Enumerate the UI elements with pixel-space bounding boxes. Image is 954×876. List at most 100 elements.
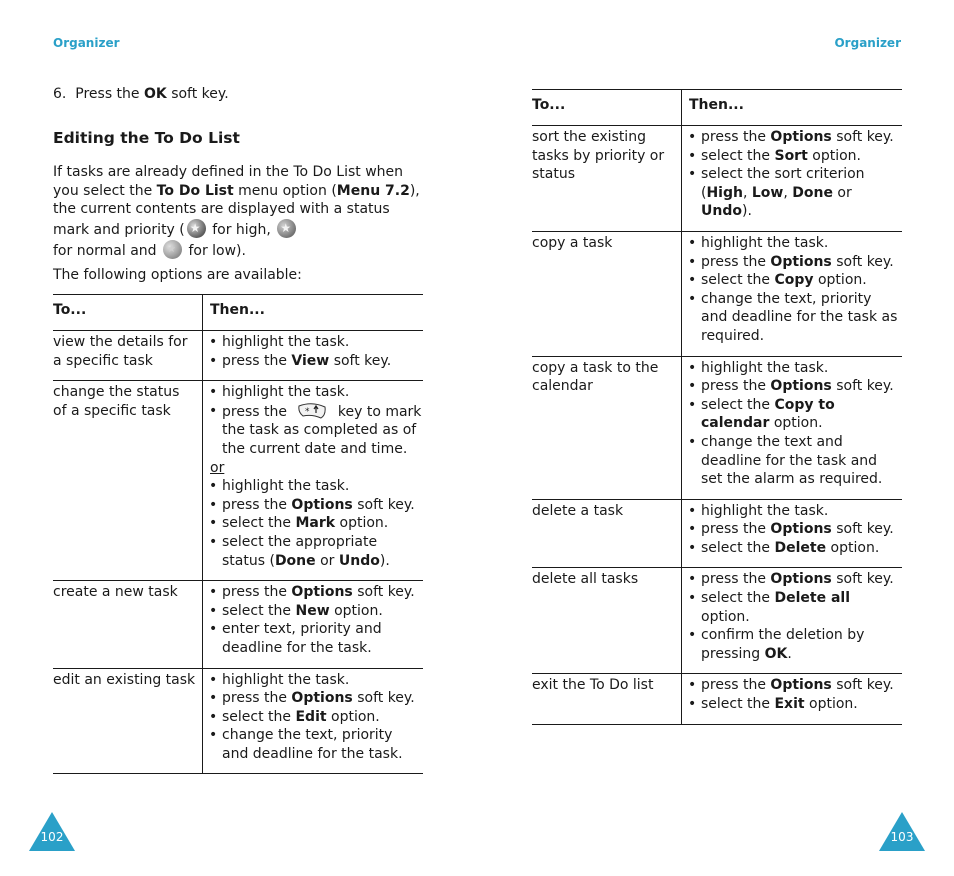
bold-term: Mark <box>295 515 336 532</box>
table-row: copy a task to the calendar highlight the… <box>532 356 902 500</box>
bullet-text: option. <box>769 415 823 432</box>
bullet-item: change the text, priority and deadline f… <box>209 726 423 763</box>
action-cell: exit the To Do list <box>532 677 654 694</box>
action-cell: sort the existing tasks by priority or s… <box>532 129 665 183</box>
bullet-item: select the Sort option. <box>688 147 902 166</box>
bullet-text: option. <box>326 708 380 725</box>
bullet-text: press the <box>222 352 292 369</box>
intro-bold: Menu 7.2 <box>336 182 410 199</box>
bold-term: Edit <box>295 708 327 725</box>
bullet-text: press the <box>222 584 292 601</box>
steps-cell: highlight the task.press the Options sof… <box>681 499 902 568</box>
svg-text:*: * <box>305 407 310 417</box>
action-cell: copy a task to the calendar <box>532 359 659 395</box>
table-row: copy a task highlight the task. press the … <box>532 231 902 357</box>
bullet-text: ). <box>741 203 752 220</box>
bullet-text: press the <box>701 129 771 145</box>
bullet-list: press the Options soft key.select the So… <box>688 128 902 221</box>
bullet-text: soft key. <box>352 496 415 513</box>
step-6: 6. Press the OK soft key. <box>53 86 229 102</box>
bold-term: Sort <box>774 147 808 164</box>
steps-cell: press the Options soft key.select the So… <box>681 125 902 232</box>
bullet-text: highlight the task. <box>222 478 350 495</box>
bold-term: Copy <box>774 272 814 289</box>
bullet-item: highlight the task. <box>209 333 423 352</box>
bullet-item: press the Options soft key. <box>688 520 902 539</box>
bullet-text: press the <box>701 571 771 588</box>
bullet-text: press the <box>222 403 292 420</box>
bold-term: Options <box>770 253 832 270</box>
bullet-item: select the Delete all option. <box>688 589 902 626</box>
bullet-item: press the Options soft key. <box>688 128 902 147</box>
page-number-badge: 103 <box>879 812 925 851</box>
bullet-text: press the <box>222 496 292 513</box>
bullet-item: select the Copy option. <box>688 271 902 290</box>
bullet-text: soft key. <box>831 378 894 395</box>
steps-cell: highlight the task.press the * key to ma… <box>202 380 423 581</box>
bullet-item: confirm the deletion by pressing OK. <box>688 626 902 663</box>
priority-high-icon <box>186 219 206 239</box>
bullet-text: . <box>787 645 792 662</box>
bullet-text: press the <box>701 378 771 395</box>
action-cell: change the status of a specific task <box>53 384 180 419</box>
bullet-item: press the Options soft key. <box>688 676 902 695</box>
bold-term: Undo <box>338 552 380 569</box>
bullet-item: select the Copy to calendar option. <box>688 396 902 433</box>
steps-cell: press the Options soft key.select the Ne… <box>202 580 423 668</box>
bullet-item: change the text, priority and deadline f… <box>688 290 902 346</box>
table-header-row: To... Then... <box>53 294 423 331</box>
bullet-text: highlight the task. <box>701 234 829 251</box>
options-table: To... Then... sort the existing tasks by p… <box>532 89 902 725</box>
action-cell: delete all tasks <box>532 571 639 588</box>
bullet-text: soft key. <box>352 584 415 601</box>
bullet-text: press the <box>701 521 771 538</box>
bullet-item: press the Options soft key. <box>209 583 423 602</box>
bullet-list: highlight the task.press the * key to ma… <box>209 383 423 458</box>
action-cell: create a new task <box>53 584 178 601</box>
bullet-text: soft key. <box>831 129 894 145</box>
bullet-text: enter text, priority and deadline for th… <box>222 621 382 656</box>
steps-cell: highlight the task. press the Options sof… <box>681 231 902 357</box>
bullet-item: press the Options soft key. <box>209 689 423 708</box>
right-page: Organizer To... Then... sort the existing … <box>477 0 954 876</box>
bullet-item: highlight the task. <box>688 502 902 521</box>
intro-text: for high, <box>207 222 276 239</box>
bullet-item: press the View soft key. <box>209 352 423 371</box>
table-row: exit the To Do list press the Options sof… <box>532 673 902 725</box>
bullet-item: press the Options soft key. <box>688 377 902 396</box>
bullet-text: select the <box>222 515 296 532</box>
page-number: 103 <box>890 830 914 844</box>
bullet-text: or <box>832 184 852 201</box>
bullet-item: change the text and deadline for the tas… <box>688 433 902 489</box>
intro-text: for normal and <box>53 242 161 259</box>
header-to: To... <box>53 302 87 318</box>
bold-term: Options <box>770 571 832 588</box>
bullet-text: press the <box>222 690 292 707</box>
step-text: Press the <box>75 86 144 102</box>
table-row: edit an existing task highlight the task.… <box>53 668 423 774</box>
action-cell: edit an existing task <box>53 671 196 688</box>
bullet-item: highlight the task. <box>209 477 423 496</box>
bullet-item: enter text, priority and deadline for th… <box>209 620 423 657</box>
bold-term: Low <box>751 184 784 201</box>
intro-paragraph: If tasks are already defined in the To D… <box>53 163 425 261</box>
bold-term: Options <box>291 496 353 513</box>
priority-low-icon <box>163 239 182 259</box>
header-to: To... <box>532 97 566 113</box>
step-text-end: soft key. <box>166 86 229 102</box>
bullet-text: select the <box>701 396 775 413</box>
intro-bold: To Do List <box>156 182 234 199</box>
priority-normal-icon <box>277 219 297 239</box>
bullet-item: press the Options soft key. <box>688 253 902 272</box>
table-row: delete all tasks press the Options soft k… <box>532 567 902 674</box>
bullet-text: highlight the task. <box>701 359 829 376</box>
bullet-text: soft key. <box>831 521 894 538</box>
table-header-row: To... Then... <box>532 89 902 126</box>
bullet-item: select the New option. <box>209 602 423 621</box>
steps-cell: press the Options soft key.select the De… <box>681 567 902 674</box>
bullet-text: highlight the task. <box>701 502 829 519</box>
bullet-item: select the Delete option. <box>688 539 902 558</box>
bold-term: View <box>291 352 330 369</box>
bullet-text: select the <box>222 708 296 725</box>
bullet-text: change the text and deadline for the tas… <box>701 433 883 488</box>
